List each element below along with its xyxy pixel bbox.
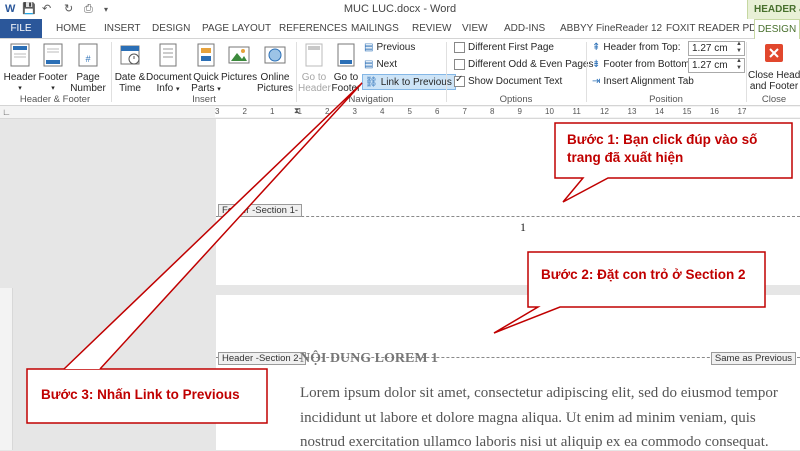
step1-text-line2: trang đã xuất hiện <box>567 150 684 165</box>
callout-overlay <box>26 82 793 424</box>
step3-text: Bước 3: Nhấn Link to Previous <box>41 387 240 402</box>
step2-text: Bước 2: Đặt con trỏ ở Section 2 <box>541 267 746 282</box>
step3-callout-pointer <box>63 82 363 370</box>
step2-callout-bubble <box>493 251 766 334</box>
step1-text-line1: Bước 1: Bạn click đúp vào số <box>567 132 758 147</box>
